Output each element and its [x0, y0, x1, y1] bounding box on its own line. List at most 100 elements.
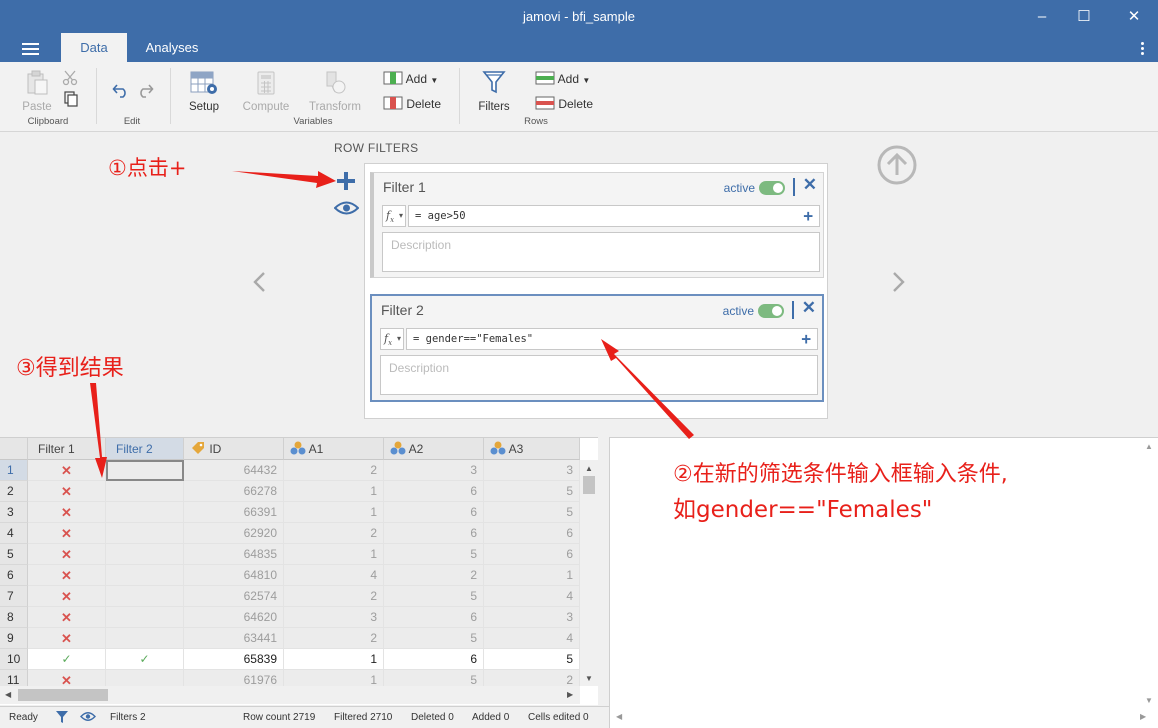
scroll-right-icon[interactable]: ▶	[1140, 712, 1146, 721]
a2-cell[interactable]: 6	[384, 523, 484, 544]
row-number[interactable]: 2	[0, 481, 28, 502]
filter-2-cell[interactable]	[106, 565, 184, 586]
filter-1-cell[interactable]: ✕	[28, 565, 106, 586]
add-condition-icon[interactable]: +	[803, 206, 813, 226]
row-number[interactable]: 6	[0, 565, 28, 586]
filter-active-toggle[interactable]	[758, 304, 784, 318]
a2-cell[interactable]: 6	[384, 481, 484, 502]
add-condition-icon[interactable]: +	[801, 329, 811, 349]
a3-cell[interactable]: 5	[484, 649, 580, 670]
a2-cell[interactable]: 5	[384, 544, 484, 565]
id-cell[interactable]: 63441	[184, 628, 284, 649]
paste-button[interactable]: Paste	[20, 70, 54, 113]
a3-cell[interactable]: 1	[484, 565, 580, 586]
a1-cell[interactable]: 2	[284, 628, 384, 649]
a2-cell[interactable]: 2	[384, 565, 484, 586]
close-window-button[interactable]: ✕	[1111, 0, 1157, 33]
setup-button[interactable]: Setup	[184, 70, 224, 113]
id-cell[interactable]: 62574	[184, 586, 284, 607]
delete-variable-button[interactable]: Delete	[383, 96, 441, 111]
remove-filter-icon[interactable]: ✕	[802, 298, 816, 318]
filter-2-cell[interactable]	[106, 481, 184, 502]
a1-cell[interactable]: 1	[284, 544, 384, 565]
add-row-button[interactable]: Add ▼	[535, 71, 590, 86]
minimize-button[interactable]: –	[1019, 0, 1065, 33]
panel-splitter[interactable]	[598, 437, 609, 707]
id-cell[interactable]: 66278	[184, 481, 284, 502]
add-filter-icon[interactable]	[335, 170, 357, 192]
filter-2-cell[interactable]	[106, 607, 184, 628]
filter-formula-input[interactable]: = age>50 +	[408, 205, 820, 227]
redo-icon[interactable]	[136, 82, 154, 98]
scroll-down-icon[interactable]: ▼	[585, 674, 593, 683]
a1-cell[interactable]: 1	[284, 481, 384, 502]
filters-button[interactable]: Filters	[474, 70, 514, 113]
filter-2-cell[interactable]	[106, 460, 184, 481]
filter-1-cell[interactable]: ✕	[28, 523, 106, 544]
filter-formula-input[interactable]: = gender=="Females" +	[406, 328, 818, 350]
vertical-scrollbar[interactable]: ▲ ▼	[580, 460, 598, 686]
a2-cell[interactable]: 6	[384, 607, 484, 628]
filter-2-cell[interactable]	[106, 544, 184, 565]
remove-filter-icon[interactable]: ✕	[803, 175, 817, 195]
a2-cell[interactable]: 5	[384, 628, 484, 649]
a3-cell[interactable]: 6	[484, 523, 580, 544]
filter-1-cell[interactable]: ✓	[28, 649, 106, 670]
a1-cell[interactable]: 1	[284, 502, 384, 523]
undo-icon[interactable]	[112, 82, 130, 98]
horizontal-scroll-thumb[interactable]	[18, 689, 108, 701]
filter-2-cell[interactable]	[106, 628, 184, 649]
chevron-right-icon[interactable]	[890, 271, 908, 293]
filter-1-cell[interactable]: ✕	[28, 628, 106, 649]
row-number[interactable]: 7	[0, 586, 28, 607]
scroll-up-icon[interactable]: ▲	[1145, 442, 1153, 451]
horizontal-scrollbar[interactable]: ◀ ▶	[0, 686, 580, 704]
row-number[interactable]: 9	[0, 628, 28, 649]
id-cell[interactable]: 64835	[184, 544, 284, 565]
collapse-up-arrow-icon[interactable]	[877, 145, 917, 185]
column-header-a3[interactable]: A3	[484, 438, 580, 460]
a1-cell[interactable]: 3	[284, 607, 384, 628]
a3-cell[interactable]: 4	[484, 586, 580, 607]
a2-cell[interactable]: 5	[384, 586, 484, 607]
id-cell[interactable]: 65839	[184, 649, 284, 670]
a3-cell[interactable]: 4	[484, 628, 580, 649]
column-header-filter-1[interactable]: Filter 1	[28, 438, 106, 460]
function-fx-button[interactable]: fx	[382, 205, 406, 227]
row-number[interactable]: 3	[0, 502, 28, 523]
filter-active-toggle[interactable]	[759, 181, 785, 195]
filter-description-input[interactable]: Description	[380, 355, 818, 395]
hamburger-menu-icon[interactable]	[22, 43, 39, 55]
filter-1-cell[interactable]: ✕	[28, 607, 106, 628]
column-header-a2[interactable]: A2	[384, 438, 484, 460]
id-cell[interactable]: 62920	[184, 523, 284, 544]
tab-data[interactable]: Data	[61, 33, 127, 62]
a3-cell[interactable]: 3	[484, 607, 580, 628]
filter-1-cell[interactable]: ✕	[28, 481, 106, 502]
a3-cell[interactable]: 6	[484, 544, 580, 565]
scroll-down-icon[interactable]: ▼	[1145, 696, 1153, 705]
filter-1-cell[interactable]: ✕	[28, 502, 106, 523]
eye-icon[interactable]	[334, 200, 359, 216]
filter-2-cell[interactable]	[106, 586, 184, 607]
id-cell[interactable]: 64810	[184, 565, 284, 586]
chevron-left-icon[interactable]	[250, 271, 268, 293]
a1-cell[interactable]: 4	[284, 565, 384, 586]
column-header-filter-2[interactable]: Filter 2	[106, 438, 184, 460]
filter-2-cell[interactable]	[106, 523, 184, 544]
id-cell[interactable]: 66391	[184, 502, 284, 523]
a3-cell[interactable]: 5	[484, 481, 580, 502]
filter-1-cell[interactable]: ✕	[28, 460, 106, 481]
filter-description-input[interactable]: Description	[382, 232, 820, 272]
a2-cell[interactable]: 3	[384, 460, 484, 481]
results-horizontal-scrollbar[interactable]: ◀ ▶	[610, 708, 1158, 728]
a3-cell[interactable]: 3	[484, 460, 580, 481]
a1-cell[interactable]: 2	[284, 460, 384, 481]
a1-cell[interactable]: 2	[284, 523, 384, 544]
more-options-icon[interactable]	[1141, 42, 1144, 57]
id-cell[interactable]: 64432	[184, 460, 284, 481]
maximize-button[interactable]: ☐	[1061, 0, 1107, 33]
scroll-right-icon[interactable]: ▶	[567, 690, 573, 699]
a2-cell[interactable]: 6	[384, 502, 484, 523]
compute-button[interactable]: Compute	[240, 70, 292, 113]
